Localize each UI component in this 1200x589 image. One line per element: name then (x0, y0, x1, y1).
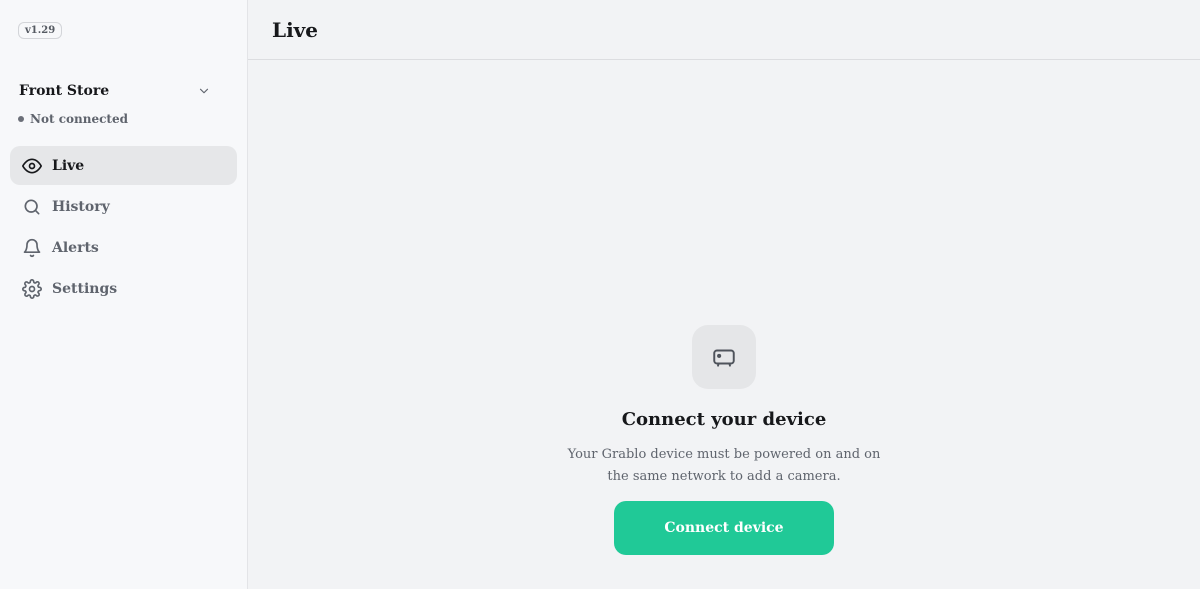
sidebar: v1.29 Front Store Not connected Live His… (0, 0, 248, 589)
sidebar-item-alerts[interactable]: Alerts (10, 228, 237, 267)
gear-icon (22, 278, 42, 299)
sidebar-item-label: Alerts (52, 239, 99, 256)
version-badge: v1.29 (18, 22, 63, 39)
main-panel: Live Connect your device Your Grablo dev… (248, 0, 1200, 589)
connect-device-button[interactable]: Connect device (614, 501, 834, 555)
device-icon (713, 349, 735, 367)
store-selector[interactable]: Front Store (19, 83, 219, 99)
sidebar-item-settings[interactable]: Settings (10, 269, 237, 308)
empty-state-title: Connect your device (621, 409, 827, 430)
status-text: Not connected (30, 112, 128, 126)
chevron-down-icon (199, 88, 209, 94)
status-dot (18, 116, 24, 122)
content-area: Connect your device Your Grablo device m… (248, 60, 1200, 589)
sidebar-item-live[interactable]: Live (10, 146, 237, 185)
app-window: v1.29 Front Store Not connected Live His… (0, 0, 1200, 589)
empty-state-description: Your Grablo device must be powered on an… (567, 447, 881, 484)
sidebar-item-label: History (52, 198, 110, 215)
page-header: Live (248, 0, 1200, 60)
connection-status: Not connected (18, 112, 128, 126)
device-icon-container (692, 325, 756, 389)
empty-state: Connect your device Your Grablo device m… (248, 325, 1200, 555)
sidebar-item-label: Settings (52, 280, 118, 297)
eye-icon (22, 158, 42, 173)
store-name: Front Store (19, 83, 110, 99)
page-title: Live (272, 17, 319, 42)
sidebar-item-history[interactable]: History (10, 187, 237, 226)
sidebar-nav: Live History Alerts Settings (10, 146, 237, 310)
sidebar-item-label: Live (52, 157, 85, 174)
search-icon (24, 199, 40, 214)
bell-icon (23, 238, 41, 257)
